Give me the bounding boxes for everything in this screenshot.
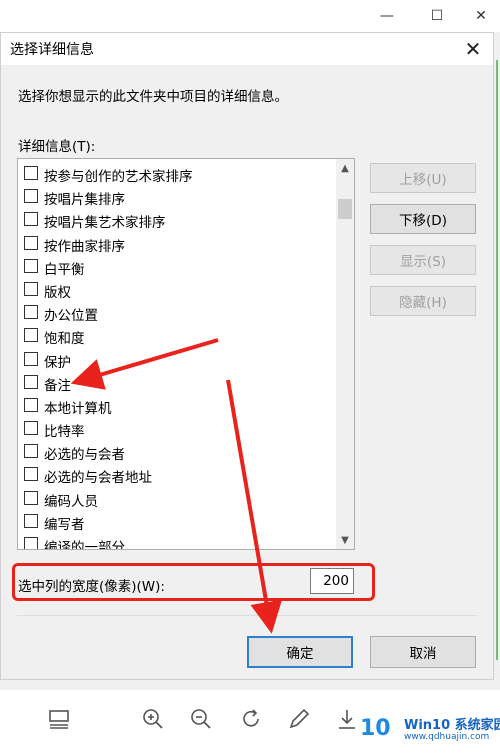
list-item-label: 按作曲家排序	[44, 238, 125, 255]
list-item-checkbox[interactable]	[24, 351, 38, 366]
move-up-button[interactable]: 上移(U)	[370, 163, 476, 193]
details-list[interactable]: 按参与创作的艺术家排序 按唱片集排序按唱片集艺术家排序 按作曲家排序 白平衡版权办公位…	[17, 158, 355, 550]
zoom-in-icon[interactable]	[140, 706, 166, 732]
list-item-checkbox[interactable]	[24, 490, 38, 505]
list-item-label: 办公位置	[44, 308, 98, 325]
list-item-label: 版权	[44, 284, 71, 301]
list-item-checkbox[interactable]	[24, 212, 38, 227]
list-item-label: 本地计算机	[44, 400, 112, 417]
ok-button[interactable]: 确定	[247, 636, 353, 668]
scroll-down-button[interactable]: ▼	[336, 531, 354, 549]
list-item-checkbox[interactable]	[24, 189, 38, 204]
minimize-button[interactable]: —	[364, 0, 410, 32]
list-scrollbar[interactable]: ▲ ▼	[336, 159, 354, 549]
list-item-label: 必选的与会者	[44, 447, 125, 464]
layout-icon[interactable]	[46, 706, 72, 732]
list-item-label: 比特率	[44, 424, 85, 441]
list-item-checkbox[interactable]	[24, 397, 38, 412]
list-item[interactable]: 按作曲家排序	[18, 232, 334, 255]
watermark-url: www.qdhuajin.com	[404, 732, 490, 742]
maximize-button[interactable]: ☐	[414, 0, 460, 32]
dialog-close-button[interactable]: ✕	[459, 36, 487, 62]
list-item-checkbox[interactable]	[24, 374, 38, 389]
dialog-titlebar: 选择详细信息 ✕	[1, 33, 493, 65]
download-icon[interactable]	[334, 706, 360, 732]
column-width-label: 选中列的宽度(像素)(W):	[18, 579, 165, 595]
list-item-checkbox[interactable]	[24, 328, 38, 343]
list-item-label: 编译的一部分	[44, 540, 125, 550]
chevron-up-icon: ▲	[341, 162, 349, 174]
scroll-up-button[interactable]: ▲	[336, 159, 354, 177]
list-item-label: 必选的与会者地址	[44, 470, 152, 487]
list-item-label: 按唱片集艺术家排序	[44, 215, 166, 232]
list-item-label: 编码人员	[44, 493, 98, 510]
list-item[interactable]: 编写者	[18, 510, 334, 533]
zoom-out-icon[interactable]	[188, 706, 214, 732]
list-item-checkbox[interactable]	[24, 258, 38, 273]
list-item[interactable]: 按唱片集艺术家排序	[18, 208, 334, 231]
list-item-label: 编写者	[44, 516, 85, 533]
dialog-title: 选择详细信息	[10, 42, 94, 58]
watermark-title: Win10 系统家园	[404, 718, 500, 733]
list-item-checkbox[interactable]	[24, 235, 38, 250]
list-item-label: 按参与创作的艺术家排序	[44, 169, 193, 185]
list-item[interactable]: 保护	[18, 348, 334, 371]
dialog-separator	[17, 615, 477, 616]
list-item-checkbox[interactable]	[24, 166, 38, 180]
list-item-label: 饱和度	[44, 331, 85, 348]
list-item[interactable]: 版权	[18, 278, 334, 301]
list-item-label: 备注	[44, 377, 71, 394]
list-item[interactable]: 办公位置	[18, 301, 334, 324]
list-item[interactable]: 必选的与会者	[18, 440, 334, 463]
list-item[interactable]: 比特率	[18, 417, 334, 440]
close-icon: ✕	[464, 37, 482, 61]
list-item[interactable]: 本地计算机	[18, 394, 334, 417]
window-titlebar: — ☐ ✕	[0, 0, 500, 32]
instruction-text: 选择你想显示的此文件夹中项目的详细信息。	[18, 89, 288, 105]
list-item-label: 白平衡	[44, 261, 85, 278]
list-item-label: 保护	[44, 354, 71, 371]
window-close-button[interactable]: ✕	[458, 0, 500, 32]
watermark-logo: 10	[360, 716, 391, 741]
list-item[interactable]: 编译的一部分	[18, 533, 334, 550]
list-item-checkbox[interactable]	[24, 537, 38, 549]
minimize-icon: —	[380, 8, 394, 24]
window-edge-right	[496, 60, 498, 660]
list-item[interactable]: 饱和度	[18, 324, 334, 347]
scroll-thumb[interactable]	[338, 199, 352, 219]
list-item-label: 按唱片集排序	[44, 192, 125, 209]
choose-details-dialog: 选择详细信息 ✕ 选择你想显示的此文件夹中项目的详细信息。 详细信息(T): 按…	[0, 32, 494, 680]
move-down-button[interactable]: 下移(D)	[370, 204, 476, 234]
column-width-input[interactable]: 200	[310, 568, 354, 594]
details-label: 详细信息(T):	[18, 139, 96, 155]
rotate-icon[interactable]	[238, 706, 264, 732]
list-item-checkbox[interactable]	[24, 281, 38, 296]
show-button[interactable]: 显示(S)	[370, 245, 476, 275]
list-item-checkbox[interactable]	[24, 467, 38, 482]
list-item[interactable]: 编码人员	[18, 487, 334, 510]
list-item[interactable]: 按唱片集排序	[18, 185, 334, 208]
list-item[interactable]: 按参与创作的艺术家排序	[18, 162, 334, 185]
cancel-button[interactable]: 取消	[370, 636, 476, 668]
edit-icon[interactable]	[286, 706, 312, 732]
details-list-items: 按参与创作的艺术家排序 按唱片集排序按唱片集艺术家排序 按作曲家排序 白平衡版权办公位…	[18, 162, 334, 550]
list-item-checkbox[interactable]	[24, 513, 38, 528]
list-item-checkbox[interactable]	[24, 421, 38, 436]
site-watermark: 10 Win10 系统家园 www.qdhuajin.com	[360, 712, 500, 752]
list-item[interactable]: 必选的与会者地址	[18, 463, 334, 486]
hide-button[interactable]: 隐藏(H)	[370, 286, 476, 316]
list-item[interactable]: 备注	[18, 371, 334, 394]
list-item-checkbox[interactable]	[24, 305, 38, 320]
chevron-down-icon: ▼	[341, 534, 349, 546]
close-icon: ✕	[475, 8, 487, 24]
list-item[interactable]: 白平衡	[18, 255, 334, 278]
list-item-checkbox[interactable]	[24, 444, 38, 459]
maximize-icon: ☐	[430, 8, 444, 24]
